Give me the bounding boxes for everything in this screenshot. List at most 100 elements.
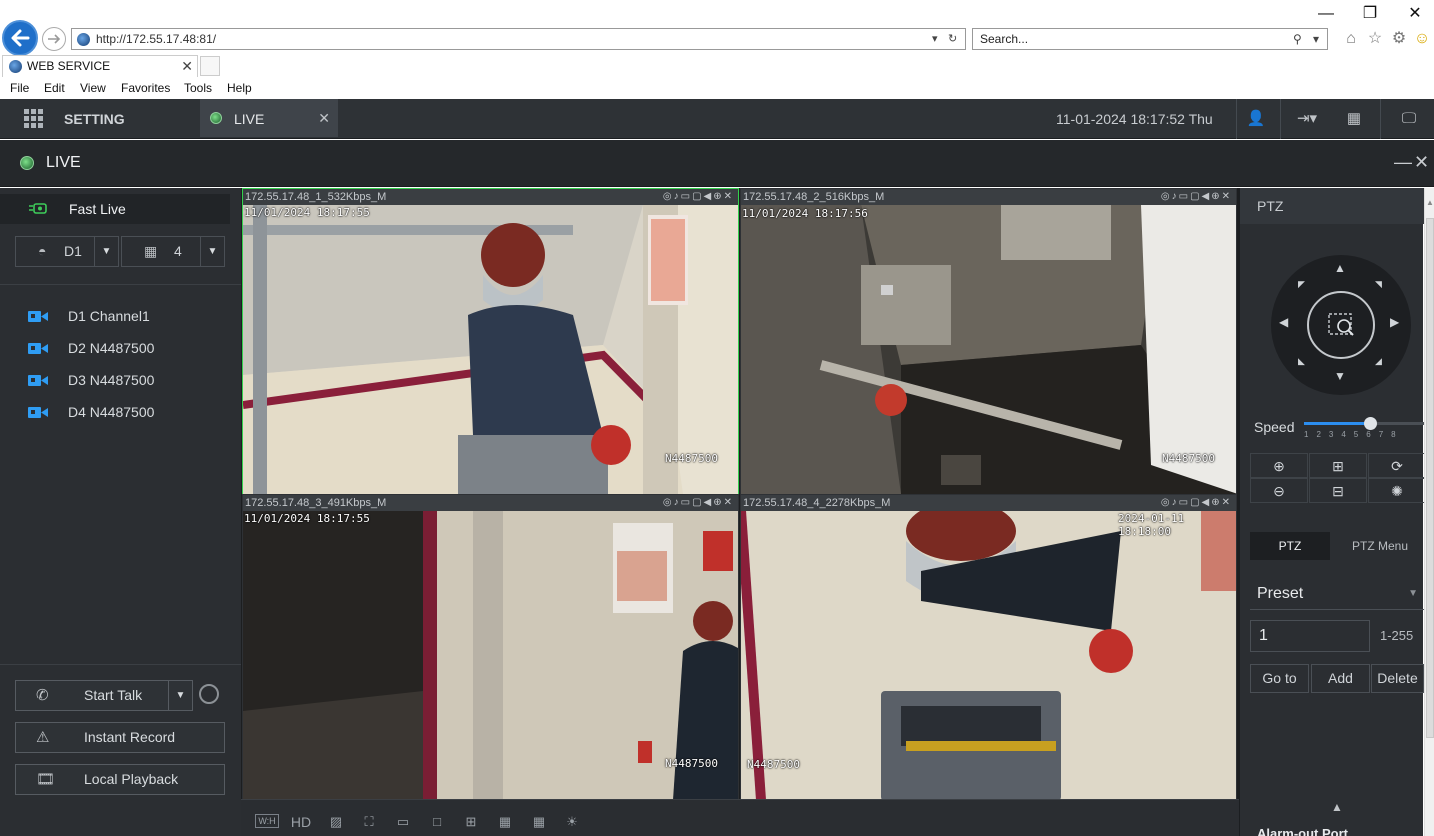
tile-toolbar-icons[interactable]: ◎♪▭▢◀⊕✕ <box>1161 495 1232 511</box>
smiley-feedback-icon[interactable]: ☺ <box>1412 29 1432 49</box>
preset-number-input[interactable]: 1 <box>1250 620 1370 652</box>
delete-button[interactable]: Delete <box>1371 664 1424 693</box>
tile-toolbar-icons[interactable]: ◎♪▭▢◀⊕✕ <box>663 495 734 511</box>
browser-tabstrip: WEB SERVICE ✕ <box>0 55 1434 77</box>
talk-record-indicator-icon[interactable] <box>199 684 219 704</box>
channel-item-d2[interactable]: D2 N4487500 <box>0 332 241 364</box>
search-dropdown-icon[interactable]: ▾ <box>1313 29 1319 49</box>
tab-close-icon[interactable]: ✕ <box>181 56 193 77</box>
tab-ptz[interactable]: PTZ <box>1250 532 1330 560</box>
layout-4-icon[interactable]: ⊞ <box>460 814 482 832</box>
focus-near-icon[interactable]: ⊞ <box>1309 453 1367 478</box>
ptz-up-icon[interactable]: ▲ <box>1334 261 1346 275</box>
ptz-joystick[interactable]: ▲ ▼ ◀ ▶ ◤ ◥ ◣ ◢ <box>1271 255 1411 395</box>
add-button[interactable]: Add <box>1311 664 1370 693</box>
fast-live-button[interactable]: Fast Live <box>0 194 230 224</box>
address-bar[interactable]: http://172.55.17.48:81/ ▾ ↻ <box>71 28 966 50</box>
local-playback-button[interactable]: 🎞 Local Playback <box>15 764 225 795</box>
scroll-thumb[interactable] <box>1426 218 1434 738</box>
device-dropdown-icon[interactable]: ▼ <box>94 237 118 266</box>
menu-file[interactable]: File <box>10 78 29 99</box>
site-icon <box>77 33 90 46</box>
search-box[interactable]: Search... ⚲ ▾ <box>972 28 1328 50</box>
live-tab[interactable]: LIVE ✕ <box>200 99 338 137</box>
split-toggle-icon[interactable]: ▨ <box>325 814 347 832</box>
live-tab-close-icon[interactable]: ✕ <box>318 99 330 137</box>
setting-tab[interactable]: SETTING <box>64 99 125 139</box>
aspect-ratio-button[interactable]: W:H <box>255 814 279 828</box>
tab-ptz-menu[interactable]: PTZ Menu <box>1336 532 1424 560</box>
device-select[interactable]: ◓ D1 ▼ <box>15 236 119 267</box>
settings-gear-icon[interactable]: ⚙ <box>1389 29 1409 49</box>
split-dropdown-icon[interactable]: ▼ <box>200 237 224 266</box>
collapse-up-icon[interactable]: ▲ <box>1331 800 1343 814</box>
ptz-scrollbar[interactable]: ▲ <box>1424 188 1434 836</box>
menu-edit[interactable]: Edit <box>44 78 65 99</box>
search-icon[interactable]: ⚲ <box>1293 29 1302 49</box>
split-select[interactable]: ▦ 4 ▼ <box>121 236 225 267</box>
talk-dropdown-icon[interactable]: ▼ <box>168 681 192 710</box>
minimize-button[interactable]: — <box>1311 4 1341 24</box>
menu-view[interactable]: View <box>80 78 106 99</box>
close-window-button[interactable]: ✕ <box>1400 4 1430 24</box>
minimize-panel-icon[interactable]: — <box>1394 152 1412 173</box>
channel-item-d3[interactable]: D3 N4487500 <box>0 364 241 396</box>
ptz-up-left-icon[interactable]: ◤ <box>1298 279 1305 290</box>
channel-item-d4[interactable]: D4 N4487500 <box>0 396 241 428</box>
channel-item-d1[interactable]: D1 Channel1 <box>0 300 241 332</box>
video-tile-3[interactable]: 172.55.17.48_3_491Kbps_M ◎♪▭▢◀⊕✕ 11/01/2… <box>242 494 739 800</box>
forward-button[interactable] <box>42 27 66 51</box>
ptz-right-icon[interactable]: ▶ <box>1390 315 1399 329</box>
instant-record-button[interactable]: ⚠ Instant Record <box>15 722 225 753</box>
logout-icon[interactable]: ⇥▾ <box>1290 108 1324 130</box>
main-menu-grid-icon[interactable] <box>24 109 44 129</box>
ptz-center-zoom-icon[interactable] <box>1307 291 1375 359</box>
video-tile-1[interactable]: 172.55.17.48_1_532Kbps_M ◎♪▭▢◀⊕✕ 11/01/2… <box>242 188 739 494</box>
light-icon[interactable]: ☀ <box>561 814 583 832</box>
address-dropdown-icon[interactable]: ▾ <box>932 29 938 49</box>
back-button[interactable] <box>2 20 38 56</box>
goto-button[interactable]: Go to <box>1250 664 1309 693</box>
video-tile-4[interactable]: 172.55.17.48_4_2278Kbps_M ◎♪▭▢◀⊕✕ 2024-0… <box>740 494 1237 800</box>
rotate-icon[interactable]: ⟳ <box>1368 453 1426 478</box>
zoom-in-icon[interactable]: ⊕ <box>1250 453 1308 478</box>
tile-timestamp: 11/01/2024 18:17:55 <box>244 512 370 525</box>
zoom-out-icon[interactable]: ⊖ <box>1250 478 1308 503</box>
browser-tab[interactable]: WEB SERVICE ✕ <box>2 55 198 77</box>
favorites-star-icon[interactable]: ☆ <box>1365 29 1385 49</box>
close-panel-icon[interactable]: ✕ <box>1414 152 1429 173</box>
scroll-up-icon[interactable]: ▲ <box>1425 198 1434 208</box>
preset-select[interactable]: Preset ▼ <box>1250 578 1424 610</box>
video-tile-titlebar: 172.55.17.48_4_2278Kbps_M ◎♪▭▢◀⊕✕ <box>741 495 1236 511</box>
ptz-down-icon[interactable]: ▼ <box>1334 369 1346 383</box>
menu-favorites[interactable]: Favorites <box>121 78 170 99</box>
video-tile-2[interactable]: 172.55.17.48_2_516Kbps_M ◎♪▭▢◀⊕✕ 11/01/2… <box>740 188 1237 494</box>
focus-far-icon[interactable]: ⊟ <box>1309 478 1367 503</box>
layout-single-icon[interactable]: □ <box>426 814 448 832</box>
menu-help[interactable]: Help <box>227 78 252 99</box>
preset-dropdown-icon[interactable]: ▼ <box>1408 578 1418 610</box>
ptz-down-right-icon[interactable]: ◢ <box>1375 356 1382 367</box>
maximize-button[interactable]: ❐ <box>1355 4 1385 24</box>
ptz-left-icon[interactable]: ◀ <box>1279 315 1288 329</box>
new-tab-button[interactable] <box>200 56 220 76</box>
layout-9-icon[interactable]: ▦ <box>494 814 516 832</box>
refresh-icon[interactable]: ↻ <box>948 29 957 49</box>
iris-icon[interactable]: ✺ <box>1368 478 1426 503</box>
tile-toolbar-icons[interactable]: ◎♪▭▢◀⊕✕ <box>1161 189 1232 205</box>
ptz-down-left-icon[interactable]: ◣ <box>1298 356 1305 367</box>
ptz-up-right-icon[interactable]: ◥ <box>1375 279 1382 290</box>
tile-toolbar-icons[interactable]: ◎♪▭▢◀⊕✕ <box>663 189 734 205</box>
home-icon[interactable]: ⌂ <box>1341 29 1361 49</box>
layout-1-icon[interactable]: ▭ <box>392 814 414 832</box>
layout-16-icon[interactable]: ▦ <box>528 814 550 832</box>
menu-tools[interactable]: Tools <box>184 78 212 99</box>
fullscreen-icon[interactable]: ⛶ <box>358 814 380 832</box>
speed-slider-knob[interactable] <box>1364 417 1377 430</box>
user-icon[interactable]: 👤 <box>1245 108 1267 130</box>
monitor-icon[interactable]: 🖵 <box>1398 108 1420 130</box>
start-talk-button[interactable]: ✆ Start Talk ▼ <box>15 680 193 711</box>
qr-code-icon[interactable]: ▦ <box>1343 108 1365 130</box>
tile-timestamp: 2024-01-11 18:18:00 <box>1118 512 1185 538</box>
hd-button[interactable]: HD <box>287 814 315 832</box>
